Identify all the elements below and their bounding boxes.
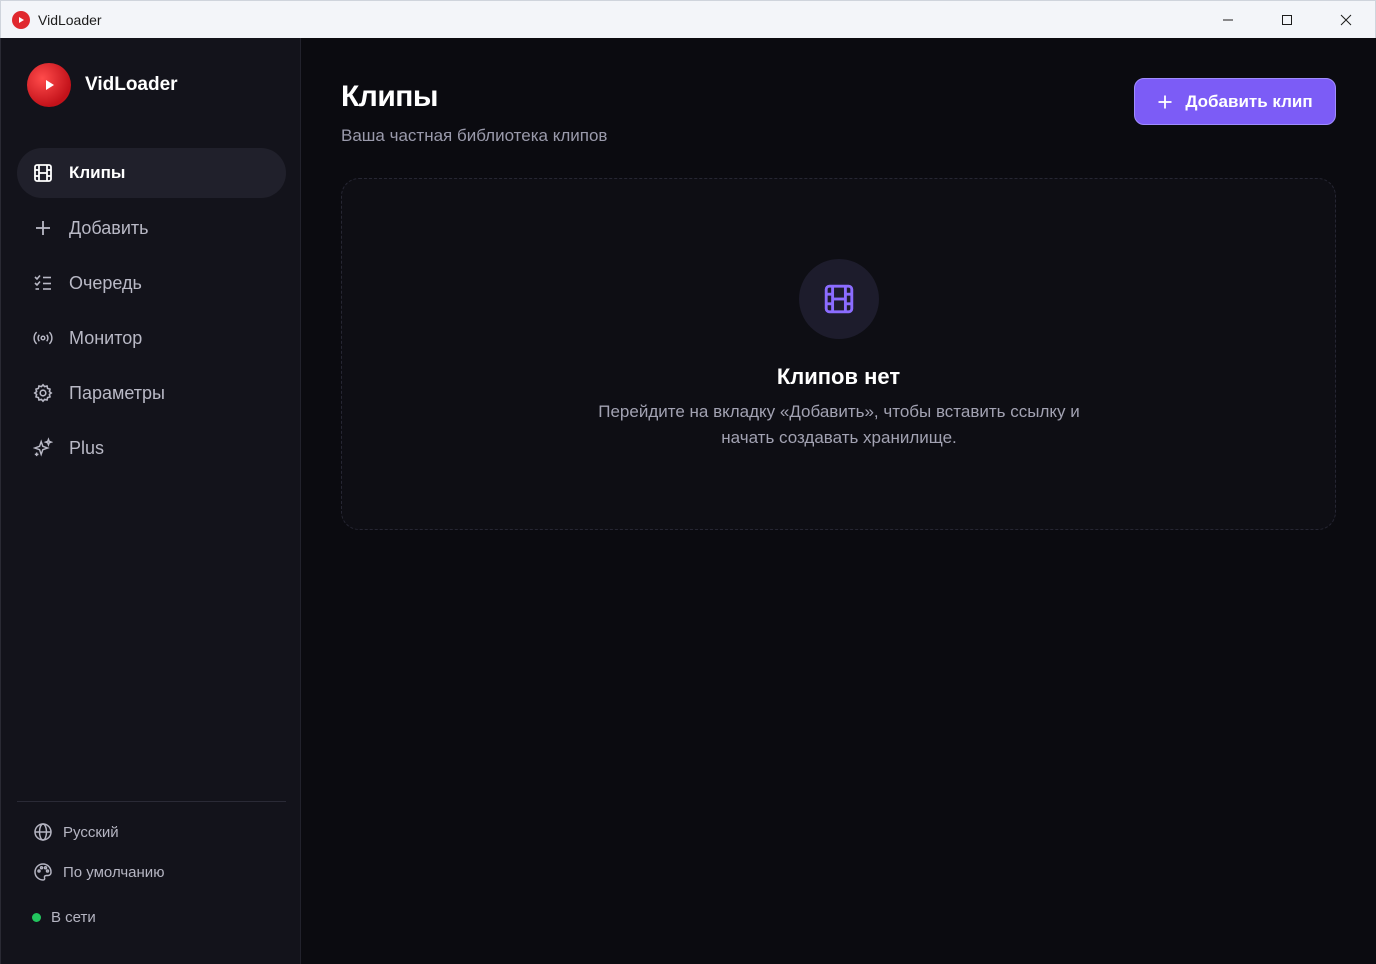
brand-logo-icon [27,63,71,107]
connection-status: В сети [32,909,96,926]
plus-icon [1157,94,1173,110]
sidebar-item-add[interactable]: Добавить [17,203,286,253]
sidebar-item-monitor[interactable]: Монитор [17,313,286,363]
close-button[interactable] [1316,1,1375,39]
sidebar-nav: Клипы Добавить Очередь Монитор Параметры [17,148,286,478]
brand-name: VidLoader [85,74,178,95]
palette-icon [33,862,53,882]
status-dot [32,913,41,922]
page-title: Клипы [341,80,439,113]
empty-state-title: Клипов нет [776,364,901,389]
add-clip-label: Добавить клип [1185,91,1313,111]
empty-state: Клипов нет Перейдите на вкладку «Добавит… [341,178,1336,530]
window-title: VidLoader [38,11,102,28]
sidebar-item-label: Очередь [69,272,142,293]
gear-icon [33,383,53,403]
empty-state-description: Перейдите на вкладку «Добавить», чтобы в… [598,402,1080,447]
language-selector[interactable]: Русский [33,822,119,842]
sidebar-item-plus[interactable]: Plus [17,423,286,473]
language-label: Русский [63,823,119,841]
minimize-button[interactable] [1198,1,1257,39]
sidebar-item-label: Plus [69,437,105,458]
window-titlebar: VidLoader [0,0,1376,38]
main-content: Клипы Ваша частная библиотека клипов Доб… [301,38,1376,964]
app-logo-icon [12,10,30,29]
maximize-icon [1281,15,1292,25]
theme-selector[interactable]: По умолчанию [33,862,164,882]
empty-state-icon-wrap [799,259,879,339]
sidebar-item-clips[interactable]: Клипы [17,148,286,198]
film-icon [824,284,854,314]
status-label: В сети [51,909,96,926]
radio-broadcast-icon [33,328,53,348]
sidebar-item-label: Монитор [69,327,143,348]
film-icon [33,163,53,183]
maximize-button[interactable] [1257,1,1316,39]
globe-icon [33,822,53,842]
sidebar-item-queue[interactable]: Очередь [17,258,286,308]
brand: VidLoader [27,63,178,107]
sparkles-icon [33,437,53,458]
add-clip-button[interactable]: Добавить клип [1134,78,1336,125]
sidebar-item-label: Добавить [69,217,149,238]
sidebar-item-settings[interactable]: Параметры [17,368,286,418]
sidebar-divider [17,801,286,802]
list-check-icon [33,273,53,293]
sidebar: VidLoader Клипы Добавить Очередь Монитор [0,38,301,964]
sidebar-item-label: Клипы [69,163,126,182]
theme-label: По умолчанию [63,863,165,881]
plus-icon [33,218,53,238]
window-controls [1198,1,1375,39]
minimize-icon [1222,19,1233,21]
page-subtitle: Ваша частная библиотека клипов [341,126,608,145]
close-icon [1340,14,1351,26]
sidebar-item-label: Параметры [69,382,165,403]
